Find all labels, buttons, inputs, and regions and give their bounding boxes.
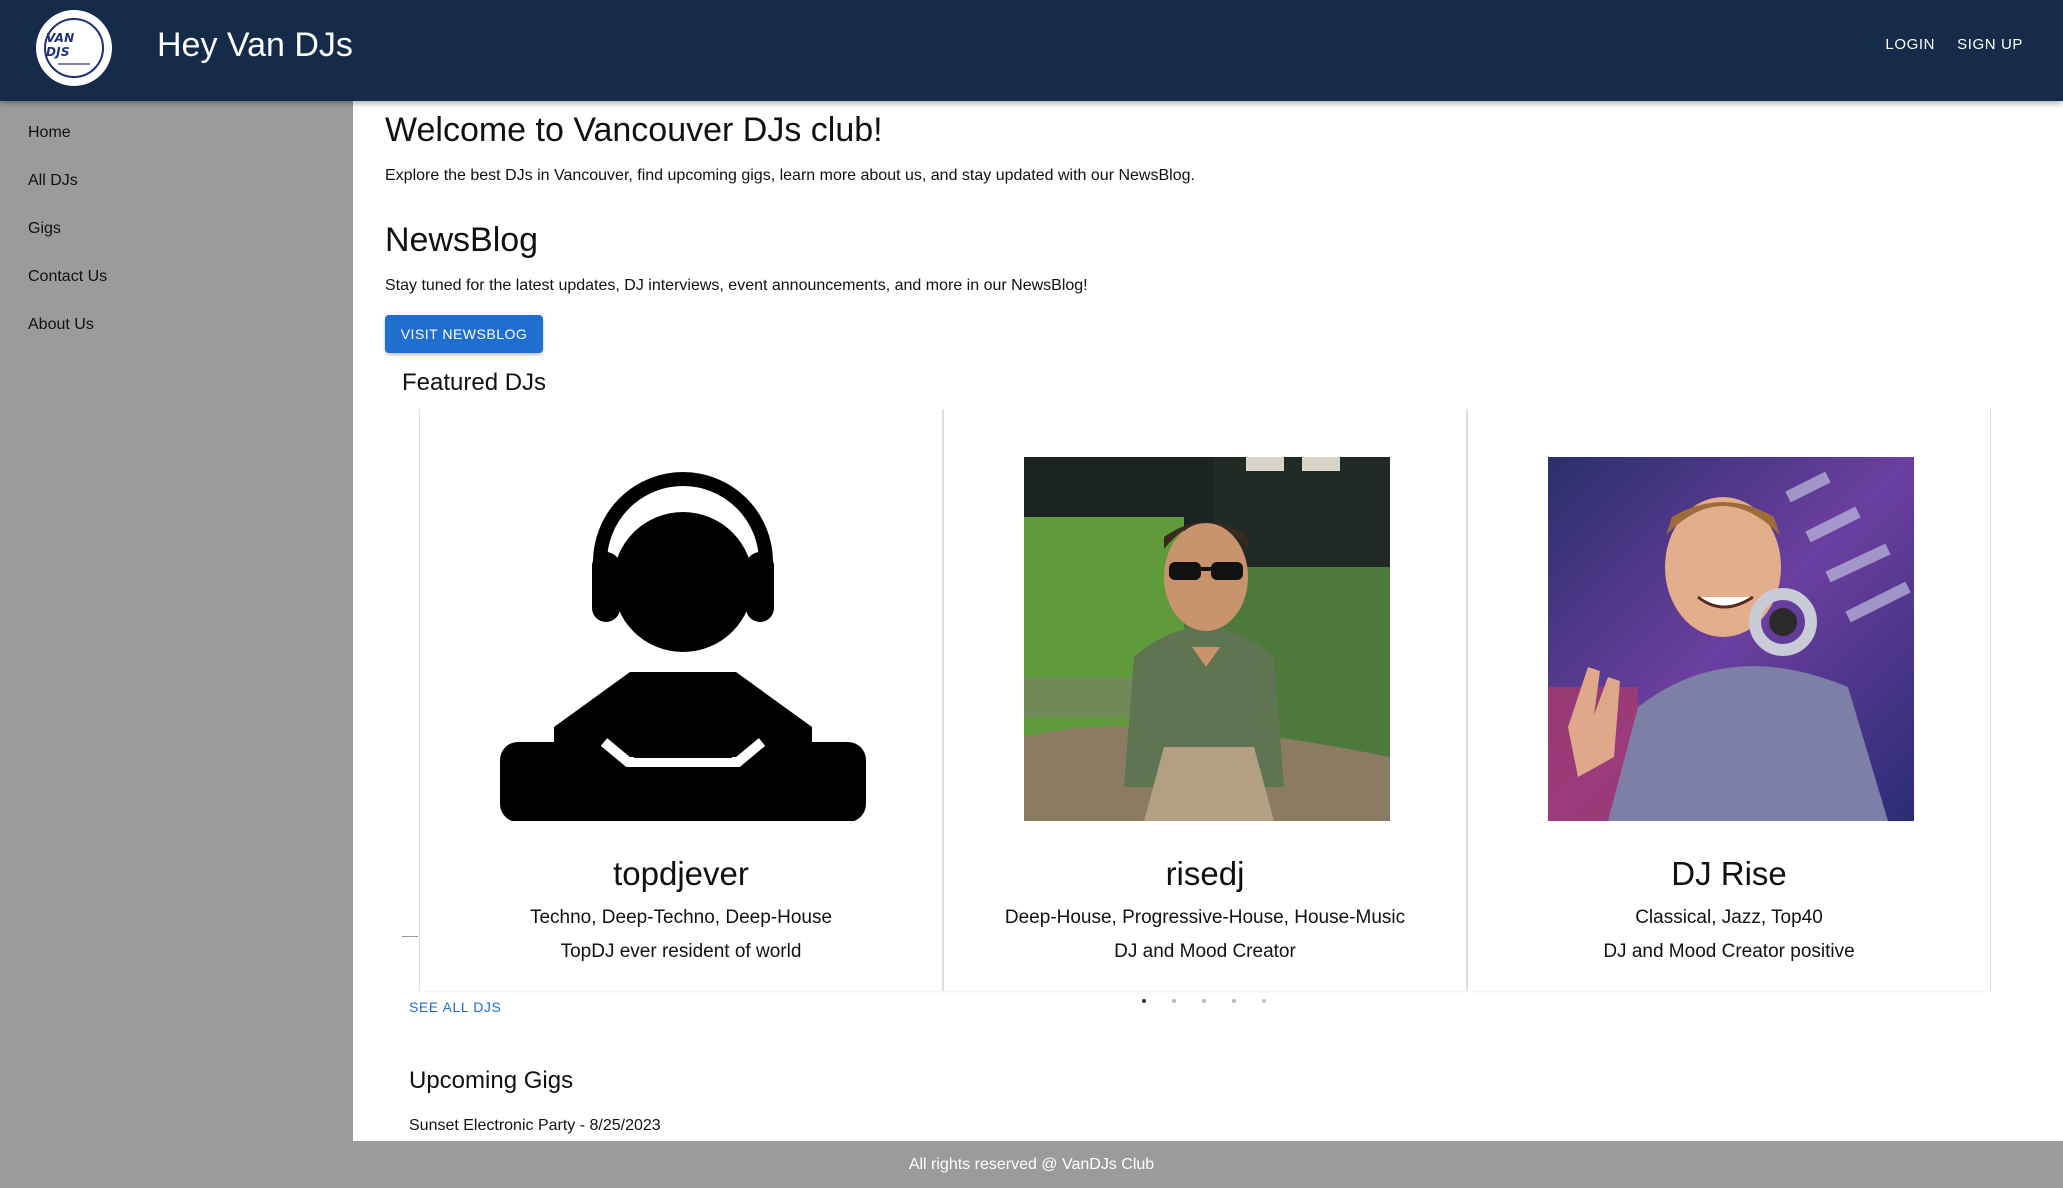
dj-description: DJ and Mood Creator positive xyxy=(1603,941,1855,962)
logo-underline xyxy=(58,63,90,65)
main-content: Welcome to Vancouver DJs club! Explore t… xyxy=(353,101,2063,1141)
welcome-text: Explore the best DJs in Vancouver, find … xyxy=(385,167,1195,184)
newsblog-title: NewsBlog xyxy=(385,221,539,259)
dj-photo-outdoor xyxy=(1024,457,1390,821)
carousel-pagination xyxy=(1142,999,1266,1003)
app-header: VAN DJS Hey Van DJs LOGIN SIGN UP xyxy=(0,0,2063,101)
dj-name: risedj xyxy=(1165,855,1245,892)
visit-newsblog-button[interactable]: VISIT NEWSBLOG xyxy=(385,315,543,353)
page-title: Welcome to Vancouver DJs club! xyxy=(385,111,883,149)
dj-silhouette-icon xyxy=(500,457,866,821)
featured-djs-carousel: topdjever Techno, Deep-Techno, Deep-Hous… xyxy=(419,409,1997,991)
footer-text: All rights reserved @ VanDJs Club xyxy=(908,1155,1155,1173)
dj-name: DJ Rise xyxy=(1671,855,1787,892)
dj-genres: Deep-House, Progressive-House, House-Mus… xyxy=(1004,907,1406,928)
carousel-dot[interactable] xyxy=(1202,999,1206,1003)
dj-photo-headphones xyxy=(1548,457,1914,821)
dj-name: topdjever xyxy=(613,855,749,892)
footer: All rights reserved @ VanDJs Club xyxy=(0,1141,2063,1188)
app-title: Hey Van DJs xyxy=(157,26,353,64)
logo-badge: VAN DJS xyxy=(44,18,104,78)
auth-nav: LOGIN SIGN UP xyxy=(1885,36,2023,53)
dj-description: DJ and Mood Creator xyxy=(1114,941,1296,962)
carousel-dot[interactable] xyxy=(1232,999,1236,1003)
featured-djs-title: Featured DJs xyxy=(402,369,547,396)
upcoming-gigs-title: Upcoming Gigs xyxy=(409,1067,574,1094)
dj-description: TopDJ ever resident of world xyxy=(560,941,802,962)
carousel-dot[interactable] xyxy=(1172,999,1176,1003)
sidebar-item-contact-us[interactable]: Contact Us xyxy=(0,261,353,309)
dj-card[interactable]: DJ Rise Classical, Jazz, Top40 DJ and Mo… xyxy=(1467,409,1991,991)
login-button[interactable]: LOGIN xyxy=(1885,36,1935,53)
carousel-dot[interactable] xyxy=(1262,999,1266,1003)
newsblog-text: Stay tuned for the latest updates, DJ in… xyxy=(385,277,1088,294)
dj-card[interactable]: topdjever Techno, Deep-Techno, Deep-Hous… xyxy=(419,409,943,991)
sidebar-item-all-djs[interactable]: All DJs xyxy=(0,165,353,213)
dj-genres: Classical, Jazz, Top40 xyxy=(1635,907,1823,928)
carousel-dot[interactable] xyxy=(1142,999,1146,1003)
logo[interactable]: VAN DJS xyxy=(36,10,112,86)
see-all-djs-button[interactable]: SEE ALL DJS xyxy=(409,999,501,1015)
sidebar: Home All DJs Gigs Contact Us About Us xyxy=(0,101,353,1141)
sidebar-item-gigs[interactable]: Gigs xyxy=(0,213,353,261)
dj-genres: Techno, Deep-Techno, Deep-House xyxy=(529,907,833,928)
logo-text: VAN DJS xyxy=(46,31,75,59)
carousel-prev-handle[interactable] xyxy=(402,936,418,937)
dj-card[interactable]: risedj Deep-House, Progressive-House, Ho… xyxy=(943,409,1467,991)
sidebar-item-about-us[interactable]: About Us xyxy=(0,309,353,357)
signup-button[interactable]: SIGN UP xyxy=(1957,36,2023,53)
sidebar-item-home[interactable]: Home xyxy=(0,117,353,165)
gig-list-item[interactable]: Sunset Electronic Party - 8/25/2023 xyxy=(409,1117,661,1135)
